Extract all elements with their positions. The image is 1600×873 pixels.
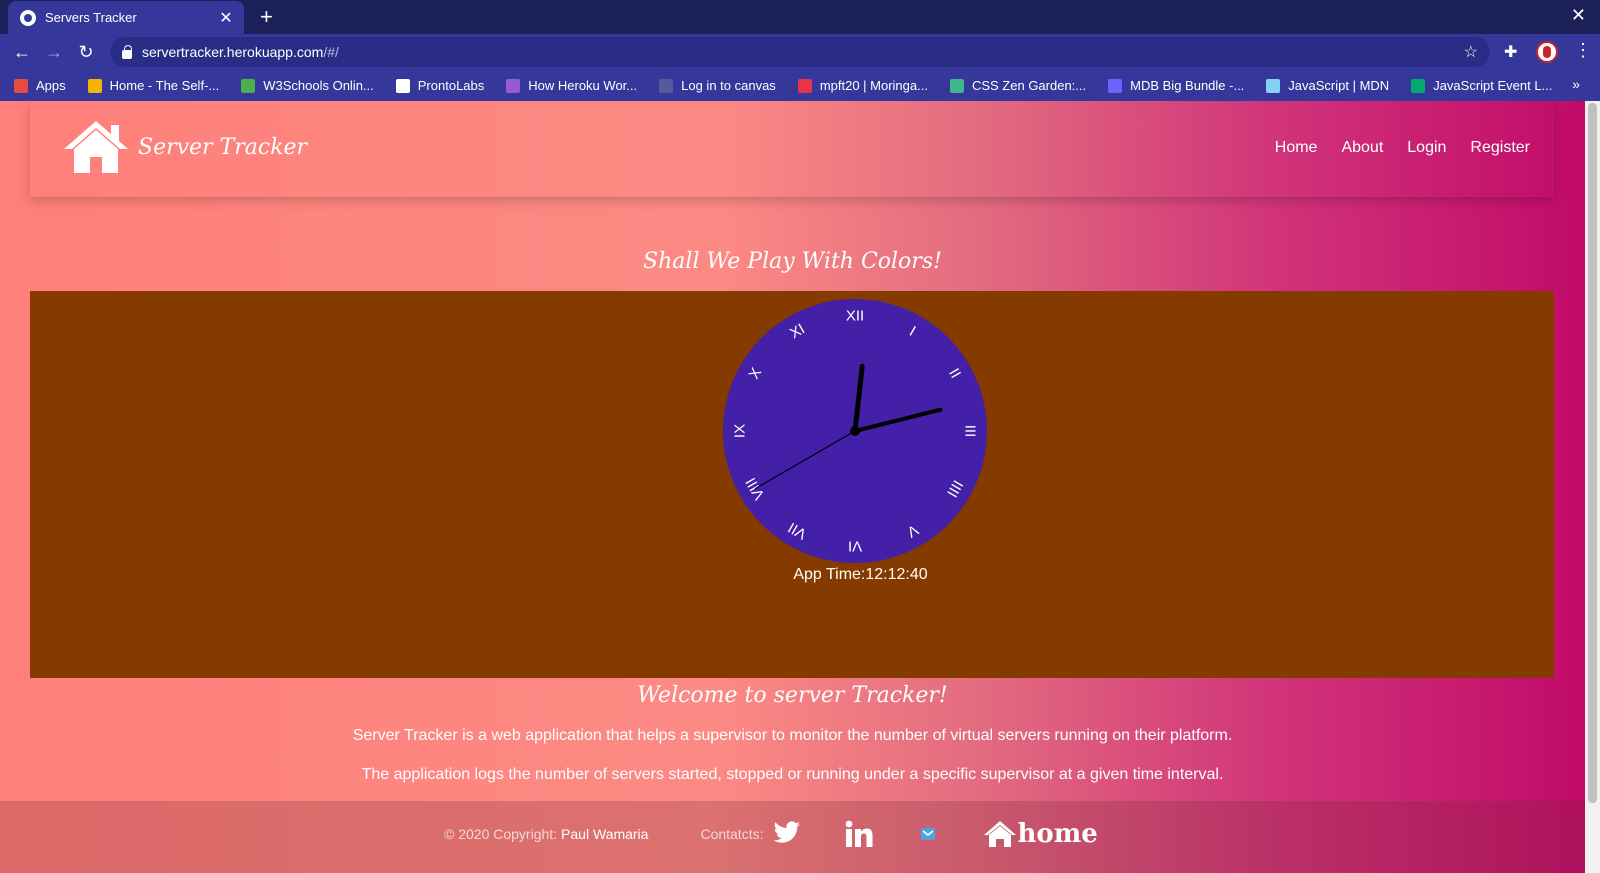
clock-heading: Shall We Play With Colors! (643, 249, 942, 274)
bookmark-item[interactable]: How Heroku Wor... (506, 78, 637, 93)
close-tab-icon[interactable]: ✕ (218, 8, 234, 28)
bookmark-favicon-icon (797, 78, 812, 93)
bookmark-favicon-icon (395, 78, 410, 93)
apps-grid-icon (14, 78, 28, 93)
bookmark-label: Home - The Self-... (109, 78, 220, 93)
scrollbar-thumb[interactable] (1588, 103, 1597, 803)
forward-arrow-icon[interactable]: → (42, 40, 66, 64)
analog-clock: XIIIIIIIIIIIIVVIVIIVIIIIXXXI (723, 299, 987, 563)
bookmark-label: JavaScript | MDN (1288, 78, 1390, 93)
clock-numeral: XII (846, 308, 864, 325)
bookmark-label: JavaScript Event L... (1433, 78, 1553, 93)
bookmark-item[interactable]: Home - The Self-... (87, 78, 220, 93)
bookmark-favicon-icon (241, 78, 256, 93)
clock-numeral: III (962, 425, 979, 438)
lock-icon (122, 44, 132, 59)
bookmark-item[interactable]: JavaScript | MDN (1266, 78, 1389, 93)
new-tab-button[interactable]: + (260, 4, 273, 30)
email-icon[interactable] (921, 828, 936, 840)
page-scrollbar[interactable] (1585, 101, 1600, 873)
footer-home-link[interactable]: home (983, 819, 1098, 849)
brand-name: Server Tracker (138, 134, 308, 160)
reload-icon[interactable]: ↻ (74, 40, 98, 64)
bookmark-favicon-icon (659, 78, 674, 93)
bookmark-item[interactable]: JavaScript Event L... (1411, 78, 1552, 93)
bookmark-label: MDB Big Bundle -... (1130, 78, 1245, 93)
bookmark-favicon-icon (1266, 78, 1281, 93)
bookmarks-bar: Apps Home - The Self-... W3Schools Onlin..… (0, 70, 1600, 101)
app-time-readout: App Time:12:12:40 (793, 566, 928, 583)
bookmark-label: Apps (36, 78, 66, 93)
clock-numeral: VI (848, 538, 862, 555)
clock-numeral: IX (732, 424, 749, 438)
extensions-puzzle-icon[interactable]: ✚ (1504, 42, 1524, 62)
nav-login-link[interactable]: Login (1407, 139, 1446, 157)
profile-avatar[interactable] (1536, 41, 1558, 63)
logs-paragraph: The application logs the number of serve… (361, 766, 1224, 783)
bookmark-label: ProntoLabs (417, 78, 485, 93)
bookmark-favicon-icon (949, 78, 964, 93)
home-logo-icon (64, 121, 128, 173)
bookmark-label: Log in to canvas (681, 78, 776, 93)
bookmark-favicon-icon (1411, 78, 1426, 93)
bookmark-label: mpft20 | Moringa... (819, 78, 928, 93)
linkedin-icon[interactable] (845, 820, 873, 848)
nav-register-link[interactable]: Register (1470, 139, 1530, 157)
browser-menu-icon[interactable]: ⋮ (1574, 40, 1592, 61)
contacts-label: Contatcts: (700, 826, 764, 842)
welcome-heading: Welcome to server Tracker! (637, 683, 948, 708)
site-footer: © 2020 Copyright: Paul Wamaria Contatcts… (0, 801, 1585, 873)
tab-title: Servers Tracker (45, 10, 137, 25)
bookmark-item[interactable]: MDB Big Bundle -... (1108, 78, 1244, 93)
site-navbar: Server Tracker Home About Login Register (30, 101, 1554, 197)
browser-toolbar: ← → ↻ servertracker.herokuapp.com /#/ ☆ … (0, 34, 1600, 70)
home-icon (984, 821, 1017, 847)
more-bookmarks-icon[interactable]: » (1572, 76, 1580, 92)
window-close-icon[interactable]: ✕ (1571, 5, 1586, 26)
page-viewport: Server Tracker Home About Login Register… (0, 101, 1585, 873)
bookmark-item[interactable]: Log in to canvas (659, 78, 776, 93)
bookmark-label: How Heroku Wor... (528, 78, 638, 93)
nav-home-link[interactable]: Home (1275, 139, 1318, 157)
nav-about-link[interactable]: About (1341, 139, 1383, 157)
back-arrow-icon[interactable]: ← (10, 40, 34, 64)
address-bar[interactable]: servertracker.herokuapp.com /#/ ☆ (110, 37, 1490, 67)
bookmark-label: W3Schools Onlin... (263, 78, 374, 93)
bookmark-favicon-icon (506, 78, 521, 93)
bookmark-star-icon[interactable]: ☆ (1464, 42, 1478, 62)
brand-link[interactable]: Server Tracker (62, 119, 307, 175)
intro-paragraph: Server Tracker is a web application that… (352, 727, 1233, 744)
footer-home-label: home (1017, 819, 1098, 849)
twitter-icon[interactable] (771, 821, 801, 847)
browser-tab-bar: Servers Tracker ✕ + ✕ (0, 0, 1600, 34)
bookmark-item[interactable]: Apps (14, 78, 66, 93)
nav-menu: Home About Login Register (1275, 139, 1530, 157)
globe-icon (20, 9, 36, 26)
bookmark-item[interactable]: W3Schools Onlin... (241, 78, 374, 93)
bookmark-favicon-icon (87, 78, 102, 93)
bookmark-label: CSS Zen Garden:... (971, 78, 1087, 93)
clock-center-pin (850, 426, 860, 436)
bookmark-item[interactable]: mpft20 | Moringa... (797, 78, 928, 93)
clock-panel: XII I II III IIII V VI VII VIII IX X XI App Time:12… (30, 291, 1554, 678)
url-path: /#/ (323, 44, 339, 60)
browser-tab[interactable]: Servers Tracker ✕ (8, 1, 244, 34)
bookmark-item[interactable]: ProntoLabs (395, 78, 485, 93)
author-link[interactable]: Paul Wamaria (561, 826, 648, 842)
bookmark-favicon-icon (1108, 78, 1123, 93)
bookmark-item[interactable]: CSS Zen Garden:... (949, 78, 1087, 93)
copyright-text: © 2020 Copyright: (444, 826, 558, 842)
url-host: servertracker.herokuapp.com (142, 44, 324, 60)
